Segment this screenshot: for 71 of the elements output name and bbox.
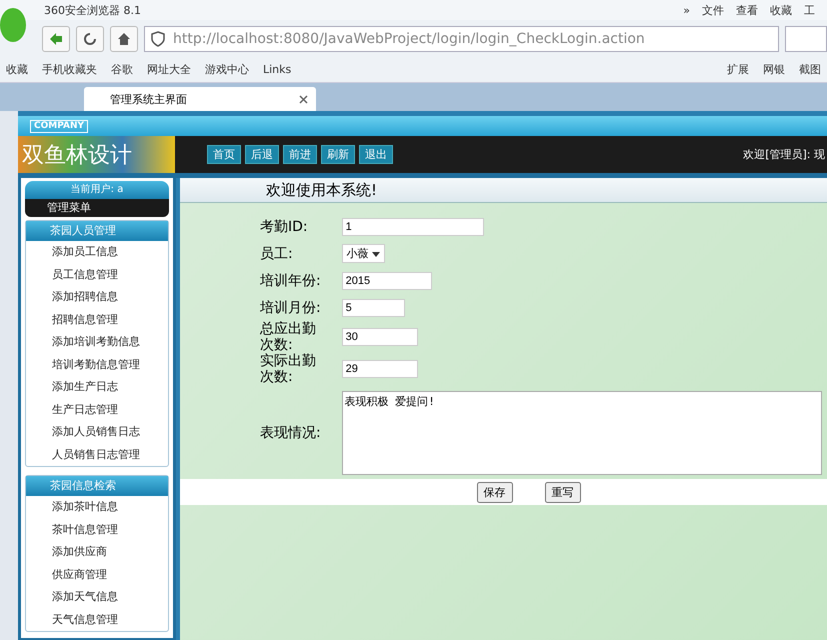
- menu-item[interactable]: 添加茶叶信息: [26, 496, 168, 518]
- menu-item[interactable]: 茶叶信息管理: [26, 518, 168, 541]
- field-label: 考勤ID:: [260, 218, 309, 234]
- menu-title: 管理菜单: [25, 199, 169, 217]
- browser-tab[interactable]: 管理系统主界面: [84, 87, 316, 111]
- nav-button[interactable]: 退出: [359, 145, 393, 164]
- menu-item[interactable]: 添加员工信息: [26, 241, 168, 264]
- employee-dropdown[interactable]: 小薇: [342, 244, 386, 263]
- menu-item[interactable]: 添加人员销售日志: [26, 421, 168, 444]
- input-field[interactable]: 2015: [342, 272, 432, 290]
- close-icon[interactable]: [299, 94, 308, 104]
- menu-item[interactable]: 供应商管理: [26, 564, 168, 586]
- menu-item[interactable]: 添加培训考勤信息: [26, 331, 168, 354]
- browser-logo-icon: [0, 8, 26, 42]
- menu-item[interactable]: 查看: [736, 2, 758, 18]
- refresh-button[interactable]: [76, 26, 104, 52]
- menu-item[interactable]: 添加生产日志: [26, 376, 168, 398]
- window-title: 360安全浏览器 8.1: [44, 2, 141, 18]
- menu-item[interactable]: 员工信息管理: [26, 264, 168, 286]
- home-icon: [117, 32, 131, 46]
- input-field[interactable]: 5: [342, 298, 405, 316]
- address-bar[interactable]: http://localhost:8080/JavaWebProject/login/login_CheckLogin.action: [144, 26, 779, 52]
- refresh-icon: [83, 32, 97, 46]
- form-button[interactable]: 重写: [544, 482, 580, 502]
- menu-item[interactable]: 生产日志管理: [26, 398, 168, 421]
- bookmark-item[interactable]: Links: [263, 63, 292, 76]
- search-field[interactable]: [785, 26, 827, 52]
- menu-item[interactable]: »: [683, 4, 690, 16]
- welcome-text: 欢迎[管理员]: 现: [743, 147, 825, 162]
- nav-button[interactable]: 前进: [283, 145, 317, 164]
- back-arrow-icon: [49, 32, 63, 46]
- current-user-label: 当前用户: a: [25, 181, 169, 199]
- input-field[interactable]: 1: [342, 218, 484, 236]
- bookmark-item[interactable]: 游戏中心: [205, 62, 249, 77]
- toolbar-item[interactable]: 扩展: [727, 62, 749, 77]
- menu-item[interactable]: 培训考勤信息管理: [26, 354, 168, 376]
- nav-button[interactable]: 后退: [245, 145, 279, 164]
- site-logo: 双鱼林设计: [18, 136, 175, 173]
- home-button[interactable]: [110, 26, 138, 52]
- toolbar-item[interactable]: 截图: [799, 62, 821, 77]
- shield-icon: [151, 30, 165, 46]
- nav-button[interactable]: 刷新: [321, 145, 355, 164]
- bookmark-item[interactable]: 网址大全: [147, 62, 191, 77]
- page-title: 欢迎使用本系统!: [180, 178, 827, 203]
- menu-item[interactable]: 招聘信息管理: [26, 308, 168, 331]
- bookmark-item[interactable]: 谷歌: [111, 62, 133, 77]
- form-button[interactable]: 保存: [476, 482, 512, 502]
- menu-item[interactable]: 文件: [702, 2, 724, 18]
- menu-item[interactable]: 人员销售日志管理: [26, 444, 168, 466]
- input-field[interactable]: 30: [342, 328, 418, 346]
- menu-item[interactable]: 工: [804, 2, 815, 18]
- toolbar-item[interactable]: 网银: [763, 62, 785, 77]
- bookmark-item[interactable]: 收藏: [6, 62, 28, 77]
- back-button[interactable]: [42, 26, 70, 52]
- field-label: 培训年份:: [260, 272, 322, 288]
- menu-item[interactable]: 添加天气信息: [26, 586, 168, 608]
- field-label: 实际出勤次数:: [260, 353, 317, 385]
- field-label: 总应出勤次数:: [260, 321, 317, 353]
- textarea-field[interactable]: 表现积极 爱提问!: [342, 391, 822, 475]
- field-label: 员工:: [260, 246, 294, 262]
- input-field[interactable]: 29: [342, 360, 418, 378]
- menu-item[interactable]: 添加招聘信息: [26, 286, 168, 308]
- bookmark-item[interactable]: 手机收藏夹: [42, 62, 97, 77]
- menu-item[interactable]: 天气信息管理: [26, 608, 168, 631]
- nav-button[interactable]: 首页: [207, 145, 241, 164]
- caret-icon: [372, 252, 380, 257]
- company-label: COMPANY: [30, 120, 88, 132]
- field-label: 表现情况:: [260, 425, 322, 441]
- menu-item[interactable]: 添加供应商: [26, 541, 168, 564]
- field-label: 培训月份:: [260, 300, 322, 316]
- menu-item[interactable]: 收藏: [770, 2, 792, 18]
